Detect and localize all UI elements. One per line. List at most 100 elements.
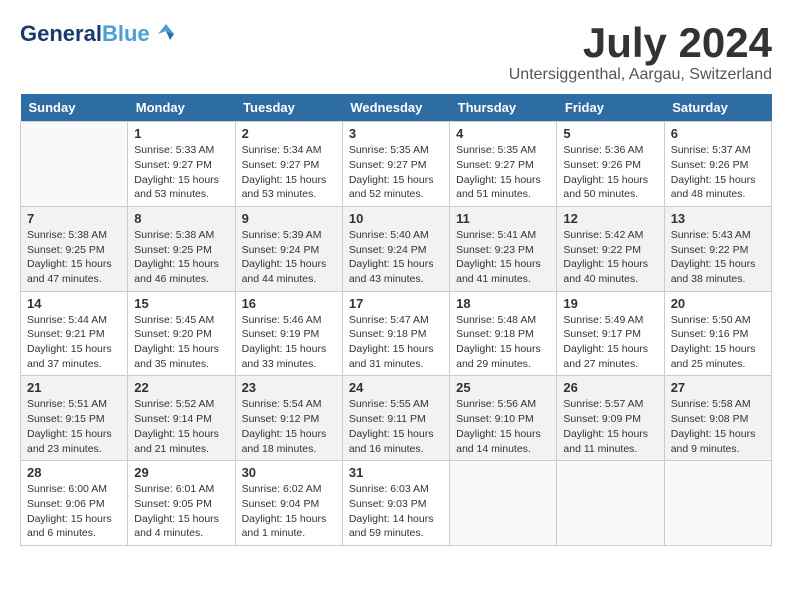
day-cell: 20 Sunrise: 5:50 AM Sunset: 9:16 PM Dayli… xyxy=(664,291,771,376)
day-cell: 30 Sunrise: 6:02 AM Sunset: 9:04 PM Dayli… xyxy=(235,461,342,546)
calendar-table: SundayMondayTuesdayWednesdayThursdayFrid… xyxy=(20,94,772,546)
logo-text: GeneralBlue xyxy=(20,23,150,45)
day-number: 21 xyxy=(27,380,121,395)
logo: GeneralBlue xyxy=(20,20,180,48)
day-info: Sunrise: 6:02 AM Sunset: 9:04 PM Dayligh… xyxy=(242,482,336,541)
day-number: 22 xyxy=(134,380,228,395)
day-info: Sunrise: 5:39 AM Sunset: 9:24 PM Dayligh… xyxy=(242,228,336,287)
day-cell: 7 Sunrise: 5:38 AM Sunset: 9:25 PM Daylig… xyxy=(21,206,128,291)
day-cell: 29 Sunrise: 6:01 AM Sunset: 9:05 PM Dayli… xyxy=(128,461,235,546)
day-number: 11 xyxy=(456,211,550,226)
month-title: July 2024 xyxy=(509,20,772,66)
day-cell xyxy=(664,461,771,546)
day-cell: 24 Sunrise: 5:55 AM Sunset: 9:11 PM Dayli… xyxy=(342,376,449,461)
day-cell: 2Sunrise: 5:34 AM Sunset: 9:27 PM Daylig… xyxy=(235,122,342,207)
day-info: Sunrise: 5:41 AM Sunset: 9:23 PM Dayligh… xyxy=(456,228,550,287)
day-number: 20 xyxy=(671,296,765,311)
day-cell: 31 Sunrise: 6:03 AM Sunset: 9:03 PM Dayli… xyxy=(342,461,449,546)
day-number: 31 xyxy=(349,465,443,480)
day-cell: 6 Sunrise: 5:37 AM Sunset: 9:26 PM Daylig… xyxy=(664,122,771,207)
day-cell: 4 Sunrise: 5:35 AM Sunset: 9:27 PM Daylig… xyxy=(450,122,557,207)
day-info: Sunrise: 5:34 AM Sunset: 9:27 PM Dayligh… xyxy=(242,143,336,202)
day-cell: 9Sunrise: 5:39 AM Sunset: 9:24 PM Daylig… xyxy=(235,206,342,291)
day-number: 27 xyxy=(671,380,765,395)
day-info: Sunrise: 5:46 AM Sunset: 9:19 PM Dayligh… xyxy=(242,313,336,372)
col-friday: Friday xyxy=(557,94,664,122)
day-number: 5 xyxy=(563,126,657,141)
day-info: Sunrise: 5:55 AM Sunset: 9:11 PM Dayligh… xyxy=(349,397,443,456)
week-row-3: 14Sunrise: 5:44 AM Sunset: 9:21 PM Dayli… xyxy=(21,291,772,376)
logo-blue: Blue xyxy=(102,21,150,46)
day-cell: 14Sunrise: 5:44 AM Sunset: 9:21 PM Dayli… xyxy=(21,291,128,376)
day-cell: 12 Sunrise: 5:42 AM Sunset: 9:22 PM Dayli… xyxy=(557,206,664,291)
col-tuesday: Tuesday xyxy=(235,94,342,122)
day-info: Sunrise: 5:50 AM Sunset: 9:16 PM Dayligh… xyxy=(671,313,765,372)
day-info: Sunrise: 5:38 AM Sunset: 9:25 PM Dayligh… xyxy=(134,228,228,287)
day-info: Sunrise: 5:57 AM Sunset: 9:09 PM Dayligh… xyxy=(563,397,657,456)
day-number: 19 xyxy=(563,296,657,311)
day-info: Sunrise: 5:38 AM Sunset: 9:25 PM Dayligh… xyxy=(27,228,121,287)
col-wednesday: Wednesday xyxy=(342,94,449,122)
day-cell xyxy=(21,122,128,207)
week-row-1: 1 Sunrise: 5:33 AM Sunset: 9:27 PM Daylig… xyxy=(21,122,772,207)
day-info: Sunrise: 5:47 AM Sunset: 9:18 PM Dayligh… xyxy=(349,313,443,372)
day-cell: 3 Sunrise: 5:35 AM Sunset: 9:27 PM Daylig… xyxy=(342,122,449,207)
day-info: Sunrise: 5:56 AM Sunset: 9:10 PM Dayligh… xyxy=(456,397,550,456)
day-number: 13 xyxy=(671,211,765,226)
day-cell: 5 Sunrise: 5:36 AM Sunset: 9:26 PM Daylig… xyxy=(557,122,664,207)
day-number: 4 xyxy=(456,126,550,141)
day-cell: 11 Sunrise: 5:41 AM Sunset: 9:23 PM Dayli… xyxy=(450,206,557,291)
day-number: 18 xyxy=(456,296,550,311)
week-row-5: 28Sunrise: 6:00 AM Sunset: 9:06 PM Dayli… xyxy=(21,461,772,546)
day-cell: 23Sunrise: 5:54 AM Sunset: 9:12 PM Dayli… xyxy=(235,376,342,461)
day-info: Sunrise: 5:52 AM Sunset: 9:14 PM Dayligh… xyxy=(134,397,228,456)
day-info: Sunrise: 5:33 AM Sunset: 9:27 PM Dayligh… xyxy=(134,143,228,202)
day-cell: 16 Sunrise: 5:46 AM Sunset: 9:19 PM Dayli… xyxy=(235,291,342,376)
col-monday: Monday xyxy=(128,94,235,122)
day-cell: 10 Sunrise: 5:40 AM Sunset: 9:24 PM Dayli… xyxy=(342,206,449,291)
day-info: Sunrise: 6:03 AM Sunset: 9:03 PM Dayligh… xyxy=(349,482,443,541)
day-cell: 26 Sunrise: 5:57 AM Sunset: 9:09 PM Dayli… xyxy=(557,376,664,461)
day-cell: 19Sunrise: 5:49 AM Sunset: 9:17 PM Dayli… xyxy=(557,291,664,376)
day-cell: 8 Sunrise: 5:38 AM Sunset: 9:25 PM Daylig… xyxy=(128,206,235,291)
col-sunday: Sunday xyxy=(21,94,128,122)
day-number: 23 xyxy=(242,380,336,395)
day-number: 3 xyxy=(349,126,443,141)
day-info: Sunrise: 5:36 AM Sunset: 9:26 PM Dayligh… xyxy=(563,143,657,202)
day-cell: 1 Sunrise: 5:33 AM Sunset: 9:27 PM Daylig… xyxy=(128,122,235,207)
day-info: Sunrise: 5:35 AM Sunset: 9:27 PM Dayligh… xyxy=(456,143,550,202)
day-number: 25 xyxy=(456,380,550,395)
week-row-4: 21 Sunrise: 5:51 AM Sunset: 9:15 PM Dayli… xyxy=(21,376,772,461)
day-info: Sunrise: 5:40 AM Sunset: 9:24 PM Dayligh… xyxy=(349,228,443,287)
day-cell xyxy=(557,461,664,546)
location: Untersiggenthal, Aargau, Switzerland xyxy=(509,66,772,84)
day-number: 24 xyxy=(349,380,443,395)
day-cell: 27 Sunrise: 5:58 AM Sunset: 9:08 PM Dayli… xyxy=(664,376,771,461)
day-cell: 13Sunrise: 5:43 AM Sunset: 9:22 PM Dayli… xyxy=(664,206,771,291)
day-info: Sunrise: 5:48 AM Sunset: 9:18 PM Dayligh… xyxy=(456,313,550,372)
day-number: 28 xyxy=(27,465,121,480)
day-info: Sunrise: 5:35 AM Sunset: 9:27 PM Dayligh… xyxy=(349,143,443,202)
day-info: Sunrise: 5:45 AM Sunset: 9:20 PM Dayligh… xyxy=(134,313,228,372)
day-info: Sunrise: 6:01 AM Sunset: 9:05 PM Dayligh… xyxy=(134,482,228,541)
day-info: Sunrise: 5:42 AM Sunset: 9:22 PM Dayligh… xyxy=(563,228,657,287)
day-number: 30 xyxy=(242,465,336,480)
day-number: 29 xyxy=(134,465,228,480)
day-info: Sunrise: 5:51 AM Sunset: 9:15 PM Dayligh… xyxy=(27,397,121,456)
day-number: 14 xyxy=(27,296,121,311)
day-info: Sunrise: 5:37 AM Sunset: 9:26 PM Dayligh… xyxy=(671,143,765,202)
day-info: Sunrise: 5:58 AM Sunset: 9:08 PM Dayligh… xyxy=(671,397,765,456)
day-number: 7 xyxy=(27,211,121,226)
day-number: 6 xyxy=(671,126,765,141)
logo-bird-icon xyxy=(152,20,180,48)
day-number: 26 xyxy=(563,380,657,395)
day-number: 16 xyxy=(242,296,336,311)
day-number: 1 xyxy=(134,126,228,141)
day-cell: 28Sunrise: 6:00 AM Sunset: 9:06 PM Dayli… xyxy=(21,461,128,546)
day-cell: 25 Sunrise: 5:56 AM Sunset: 9:10 PM Dayli… xyxy=(450,376,557,461)
day-number: 8 xyxy=(134,211,228,226)
day-cell: 17 Sunrise: 5:47 AM Sunset: 9:18 PM Dayli… xyxy=(342,291,449,376)
day-number: 17 xyxy=(349,296,443,311)
day-number: 10 xyxy=(349,211,443,226)
day-number: 12 xyxy=(563,211,657,226)
